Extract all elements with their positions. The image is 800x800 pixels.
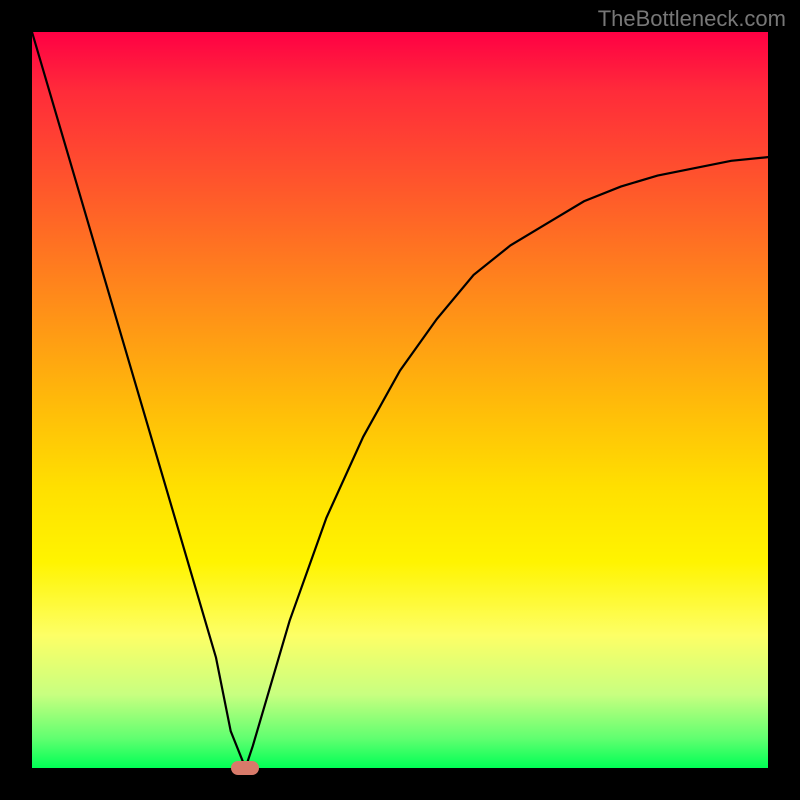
watermark-text: TheBottleneck.com	[598, 6, 786, 32]
chart-plot-area	[32, 32, 768, 768]
bottleneck-curve	[32, 32, 768, 768]
minimum-marker	[231, 761, 259, 775]
curve-path	[32, 32, 768, 768]
chart-frame: TheBottleneck.com	[0, 0, 800, 800]
